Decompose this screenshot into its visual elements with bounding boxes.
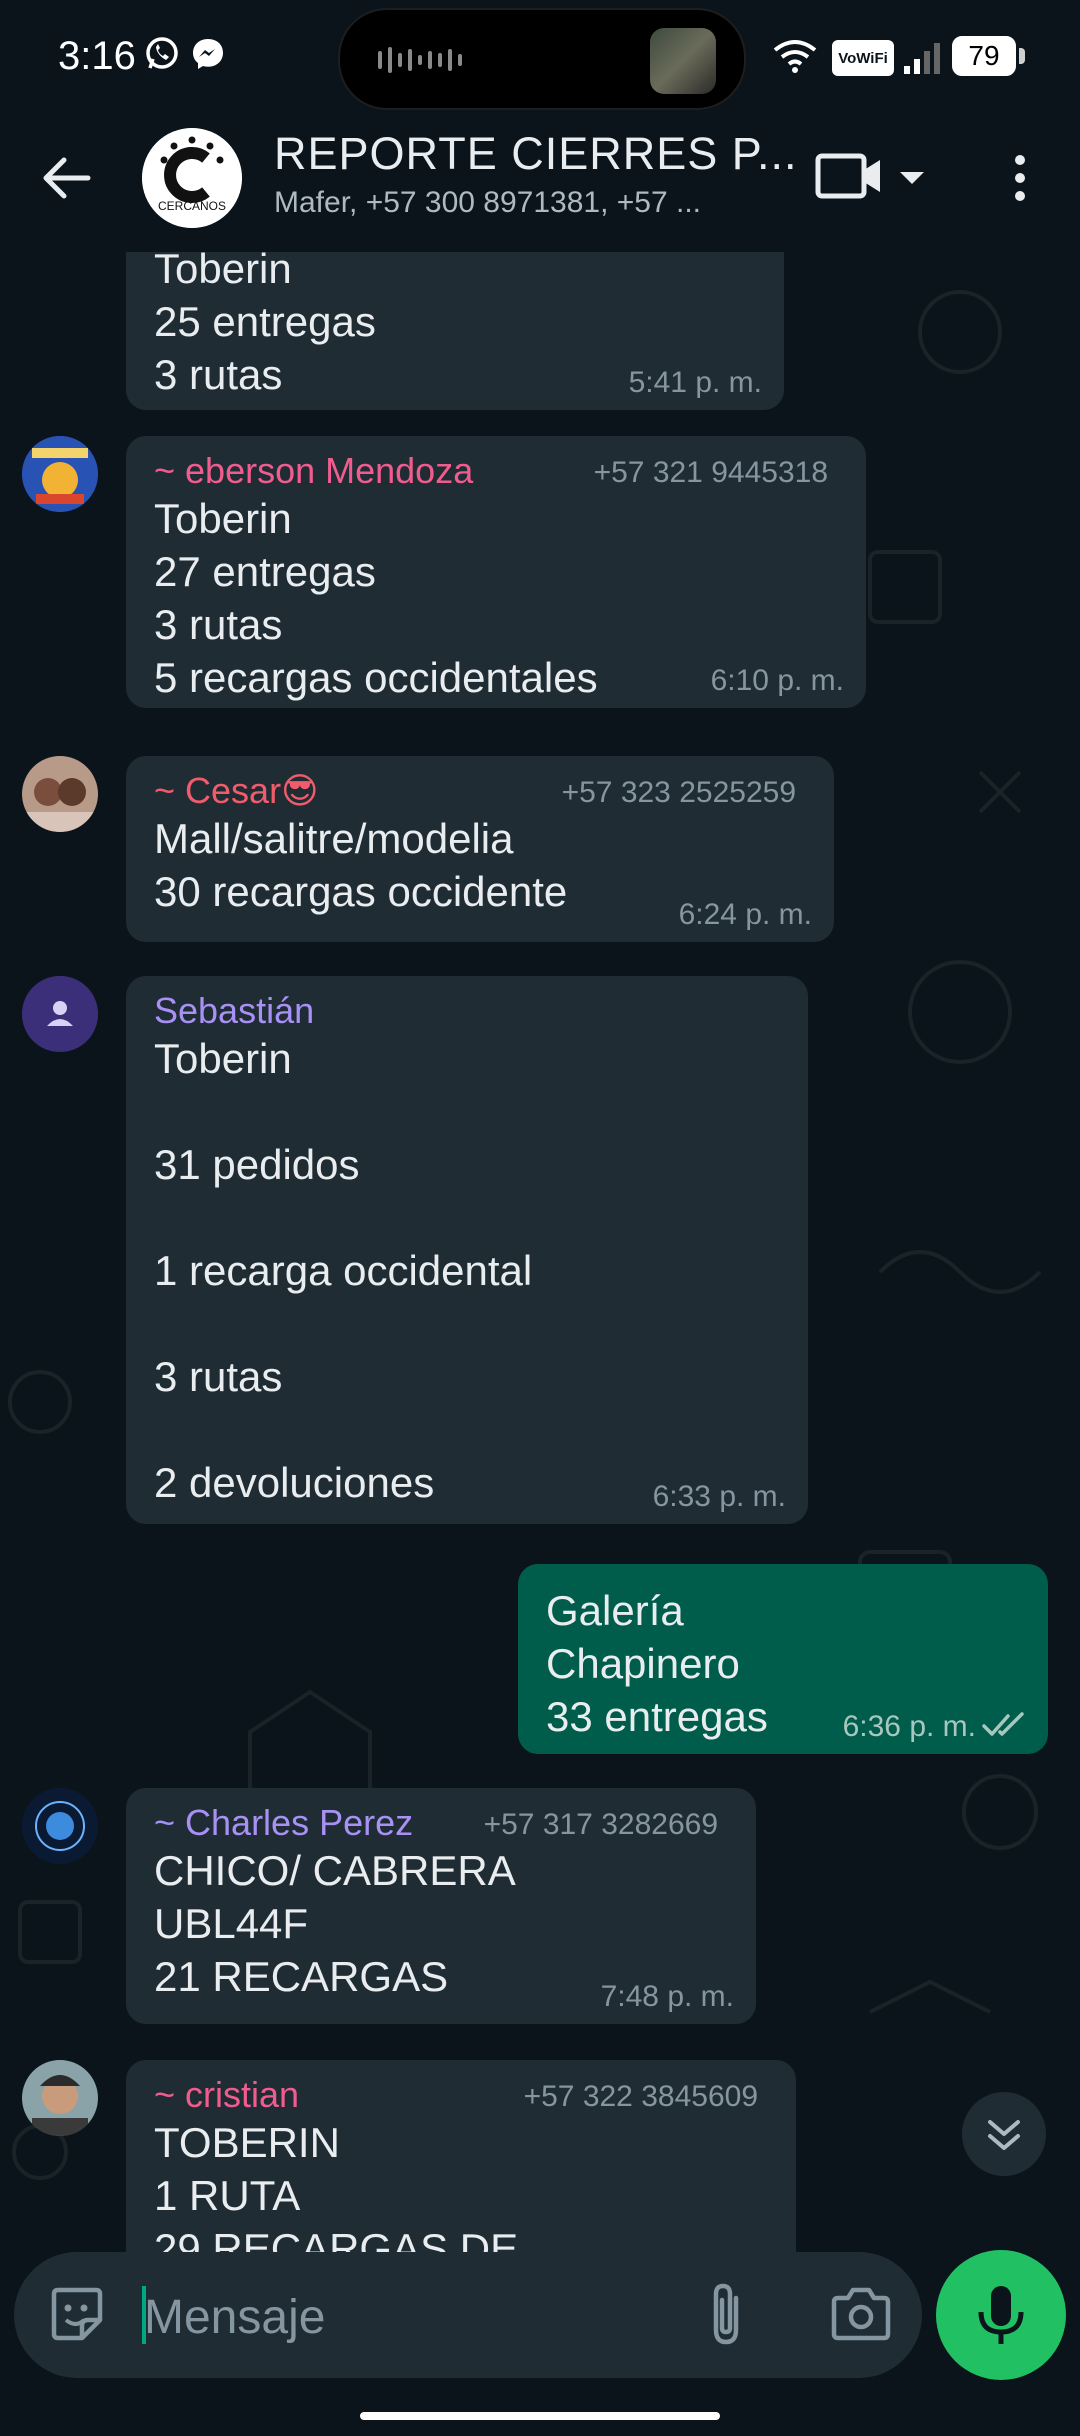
sender-phone: +57 317 3282669 [483, 1808, 718, 1841]
sender-name[interactable]: Sebastián [154, 990, 780, 1032]
message-bubble[interactable]: ~ cristian +57 322 3845609 TOBERIN 1 RUT… [126, 2060, 796, 2252]
group-members[interactable]: Mafer, +57 300 8971381, +57 ... [274, 186, 774, 220]
battery-tip [1019, 48, 1025, 64]
voice-message-button[interactable] [936, 2250, 1066, 2380]
sender-phone: +57 323 2525259 [561, 776, 796, 809]
message-time: 7:48 p. m. [600, 1980, 734, 2013]
audio-wave-icon [378, 47, 462, 73]
message-time: 6:24 p. m. [678, 898, 812, 931]
messenger-notification-icon [193, 39, 223, 69]
camera-icon[interactable] [828, 2284, 894, 2346]
microphone-icon [978, 2286, 1024, 2344]
message-time: 6:10 p. m. [710, 664, 844, 697]
message-bubble[interactable]: ~ Cesar😎 +57 323 2525259 Mall/salitre/mo… [126, 756, 834, 942]
avatar[interactable] [22, 436, 98, 512]
home-indicator[interactable] [360, 2412, 720, 2420]
user-avatar-image [22, 1788, 98, 1864]
message-bubble[interactable]: Toberin 25 entregas 3 rutas 5:41 p. m. [126, 252, 784, 410]
user-avatar-image [22, 436, 98, 512]
group-logo-icon [142, 128, 242, 228]
whatsapp-notification-icon [146, 37, 178, 69]
message-input[interactable] [142, 2276, 666, 2358]
message-bubble[interactable]: ~ eberson Mendoza +57 321 9445318 Toberi… [126, 436, 866, 708]
message-time: 5:41 p. m. [628, 366, 762, 399]
scroll-to-bottom-button[interactable] [962, 2092, 1046, 2176]
group-avatar-label: CERCANOS [157, 199, 226, 213]
status-time: 3:16 [58, 34, 136, 78]
avatar[interactable] [22, 976, 98, 1052]
message-time: 6:36 p. m. [842, 1710, 976, 1743]
message-time: 6:33 p. m. [652, 1480, 786, 1513]
chat-area[interactable]: Toberin 25 entregas 3 rutas 5:41 p. m. ~… [0, 252, 1080, 2252]
dynamic-island[interactable] [338, 8, 746, 110]
video-call-icon[interactable] [812, 146, 932, 206]
double-chevron-down-icon [988, 2120, 1020, 2150]
default-user-icon [22, 976, 98, 1052]
media-artwork [650, 28, 716, 94]
user-avatar-image [22, 756, 98, 832]
battery-indicator: 79 [952, 36, 1016, 76]
signal-icon [904, 43, 940, 74]
double-check-icon [982, 1712, 1024, 1736]
outgoing-message-bubble[interactable]: Galería Chapinero 33 entregas 6:36 p. m. [518, 1564, 1048, 1754]
attach-icon[interactable] [702, 2282, 752, 2348]
vowifi-badge: VoWiFi [832, 40, 894, 76]
group-title[interactable]: REPORTE CIERRES P... [274, 128, 794, 180]
sticker-emoji-icon[interactable] [46, 2284, 108, 2346]
user-avatar-image [22, 2060, 98, 2136]
message-text: TOBERIN 1 RUTA 29 RECARGAS DE OCCIDENTE [154, 2119, 519, 2252]
avatar[interactable] [22, 2060, 98, 2136]
avatar[interactable] [22, 756, 98, 832]
message-text: Toberin 31 pedidos 1 recarga occidental … [154, 1035, 533, 1506]
group-avatar[interactable]: CERCANOS [142, 128, 242, 228]
back-arrow-icon[interactable] [36, 148, 96, 208]
message-bubble[interactable]: ~ Charles Perez +57 317 3282669 CHICO/ C… [126, 1788, 756, 2024]
sender-phone: +57 321 9445318 [593, 456, 828, 489]
wifi-icon [773, 40, 817, 73]
more-options-icon[interactable] [1000, 148, 1040, 208]
avatar[interactable] [22, 1788, 98, 1864]
message-bubble[interactable]: Sebastián Toberin 31 pedidos 1 recarga o… [126, 976, 808, 1524]
sender-phone: +57 322 3845609 [523, 2080, 758, 2113]
